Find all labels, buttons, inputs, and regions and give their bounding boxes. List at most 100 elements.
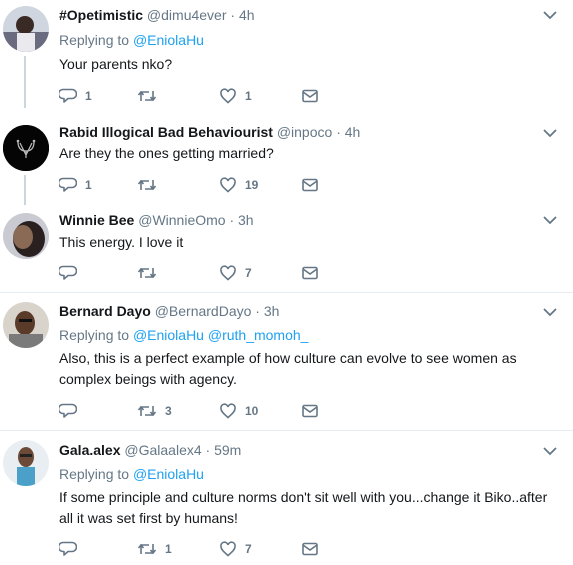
retweet-count: 3 bbox=[165, 404, 172, 418]
user-handle[interactable]: @inpoco bbox=[277, 124, 332, 140]
envelope-icon bbox=[302, 178, 318, 192]
chevron-down-icon[interactable] bbox=[543, 446, 557, 456]
reply-count: 1 bbox=[85, 89, 92, 103]
display-name[interactable]: Bernard Dayo bbox=[59, 303, 151, 319]
tweet-actions: 1 19 bbox=[59, 175, 359, 195]
replying-to: Replying to @EniolaHu bbox=[59, 32, 204, 48]
envelope-icon bbox=[302, 542, 318, 556]
reply-icon bbox=[59, 541, 77, 556]
timestamp[interactable]: · 4h bbox=[336, 124, 360, 140]
timestamp[interactable]: · 4h bbox=[230, 7, 254, 23]
tweet[interactable]: #Opetimistic @dimu4ever · 4h Replying to… bbox=[0, 0, 573, 115]
display-name[interactable]: #Opetimistic bbox=[59, 7, 143, 23]
tweet-text: If some principle and culture norms don'… bbox=[59, 489, 548, 526]
heart-icon bbox=[220, 88, 236, 104]
tweet[interactable]: Bernard Dayo @BernardDayo · 3h Replying … bbox=[0, 293, 573, 430]
like-count: 19 bbox=[245, 178, 259, 192]
retweet-icon bbox=[137, 179, 157, 191]
display-name[interactable]: Gala.alex bbox=[59, 442, 121, 458]
timestamp[interactable]: · 3h bbox=[255, 303, 279, 319]
retweet-button[interactable]: 1 bbox=[137, 539, 172, 559]
envelope-icon bbox=[302, 404, 318, 418]
direct-message-button[interactable] bbox=[301, 401, 319, 421]
like-count: 10 bbox=[245, 404, 259, 418]
retweet-icon bbox=[137, 90, 157, 102]
reply-button[interactable]: 1 bbox=[59, 175, 92, 195]
retweet-button[interactable] bbox=[137, 86, 165, 106]
mention-link[interactable]: @EniolaHu bbox=[133, 32, 204, 48]
replying-prefix: Replying to bbox=[59, 32, 133, 48]
tweet[interactable]: Rabid Illogical Bad Behaviourist @inpoco… bbox=[0, 115, 573, 205]
reply-button[interactable]: 1 bbox=[59, 86, 92, 106]
replying-to: Replying to @EniolaHu bbox=[59, 466, 204, 482]
tweet[interactable]: Winnie Bee @WinnieOmo · 3h This energy. … bbox=[0, 205, 573, 292]
tweet[interactable]: Gala.alex @Galaalex4 · 59m Replying to @… bbox=[0, 431, 573, 565]
direct-message-button[interactable] bbox=[301, 175, 319, 195]
tweet-text: Also, this is a perfect example of how c… bbox=[59, 350, 517, 387]
chevron-down-icon[interactable] bbox=[543, 128, 557, 138]
tweet-actions: 1 7 bbox=[59, 539, 359, 559]
like-button[interactable]: 19 bbox=[219, 175, 258, 195]
replying-to: Replying to @EniolaHu @ruth_momoh_ bbox=[59, 327, 308, 343]
direct-message-button[interactable] bbox=[301, 539, 319, 559]
retweet-icon bbox=[137, 267, 157, 279]
avatar[interactable] bbox=[3, 440, 49, 486]
retweet-icon bbox=[137, 405, 157, 417]
retweet-button[interactable]: 3 bbox=[137, 401, 172, 421]
tweet-header: #Opetimistic @dimu4ever · 4h bbox=[59, 7, 255, 23]
tweet-actions: 7 bbox=[59, 263, 359, 283]
reply-count: 1 bbox=[85, 178, 92, 192]
like-button[interactable]: 7 bbox=[219, 263, 252, 283]
user-handle[interactable]: @dimu4ever bbox=[147, 7, 227, 23]
tweet-text: Your parents nko? bbox=[59, 56, 173, 72]
chevron-down-icon[interactable] bbox=[543, 215, 557, 225]
mention-link[interactable]: @ruth_momoh_ bbox=[208, 327, 309, 343]
avatar[interactable] bbox=[3, 6, 49, 52]
display-name[interactable]: Winnie Bee bbox=[59, 212, 134, 228]
timestamp[interactable]: · 59m bbox=[206, 442, 242, 458]
direct-message-button[interactable] bbox=[301, 86, 319, 106]
like-button[interactable]: 1 bbox=[219, 86, 252, 106]
reply-button[interactable] bbox=[59, 539, 85, 559]
envelope-icon bbox=[302, 266, 318, 280]
user-handle[interactable]: @WinnieOmo bbox=[138, 212, 225, 228]
tweet-header: Bernard Dayo @BernardDayo · 3h bbox=[59, 303, 279, 319]
direct-message-button[interactable] bbox=[301, 263, 319, 283]
tweet-actions: 1 1 bbox=[59, 86, 359, 106]
retweet-button[interactable] bbox=[137, 175, 165, 195]
replying-prefix: Replying to bbox=[59, 327, 133, 343]
thread-line bbox=[24, 56, 26, 108]
heart-icon bbox=[220, 265, 236, 281]
heart-icon bbox=[220, 403, 236, 419]
retweet-button[interactable] bbox=[137, 263, 165, 283]
reply-icon bbox=[59, 403, 77, 418]
tweet-header: Rabid Illogical Bad Behaviourist @inpoco… bbox=[59, 124, 360, 140]
tweet-actions: 3 10 bbox=[59, 401, 359, 421]
timestamp[interactable]: · 3h bbox=[229, 212, 253, 228]
envelope-icon bbox=[302, 89, 318, 103]
like-count: 7 bbox=[245, 542, 252, 556]
tweet-text: Are they the ones getting married? bbox=[59, 145, 274, 161]
reply-icon bbox=[59, 177, 77, 192]
avatar[interactable] bbox=[3, 125, 49, 171]
like-button[interactable]: 7 bbox=[219, 539, 252, 559]
like-count: 7 bbox=[245, 266, 252, 280]
thread-line bbox=[24, 175, 26, 205]
chevron-down-icon[interactable] bbox=[543, 10, 557, 20]
display-name[interactable]: Rabid Illogical Bad Behaviourist bbox=[59, 124, 273, 140]
mention-link[interactable]: @EniolaHu bbox=[133, 466, 204, 482]
like-button[interactable]: 10 bbox=[219, 401, 258, 421]
reply-icon bbox=[59, 265, 77, 280]
mention-link[interactable]: @EniolaHu bbox=[133, 327, 204, 343]
user-handle[interactable]: @BernardDayo bbox=[155, 303, 252, 319]
avatar[interactable] bbox=[3, 302, 49, 348]
tweet-text: This energy. I love it bbox=[59, 234, 184, 250]
reply-button[interactable] bbox=[59, 263, 85, 283]
tweet-header: Gala.alex @Galaalex4 · 59m bbox=[59, 442, 241, 458]
reply-icon bbox=[59, 88, 77, 103]
chevron-down-icon[interactable] bbox=[543, 307, 557, 317]
avatar[interactable] bbox=[3, 213, 49, 259]
user-handle[interactable]: @Galaalex4 bbox=[124, 442, 201, 458]
reply-button[interactable] bbox=[59, 401, 85, 421]
tweet-header: Winnie Bee @WinnieOmo · 3h bbox=[59, 212, 254, 228]
